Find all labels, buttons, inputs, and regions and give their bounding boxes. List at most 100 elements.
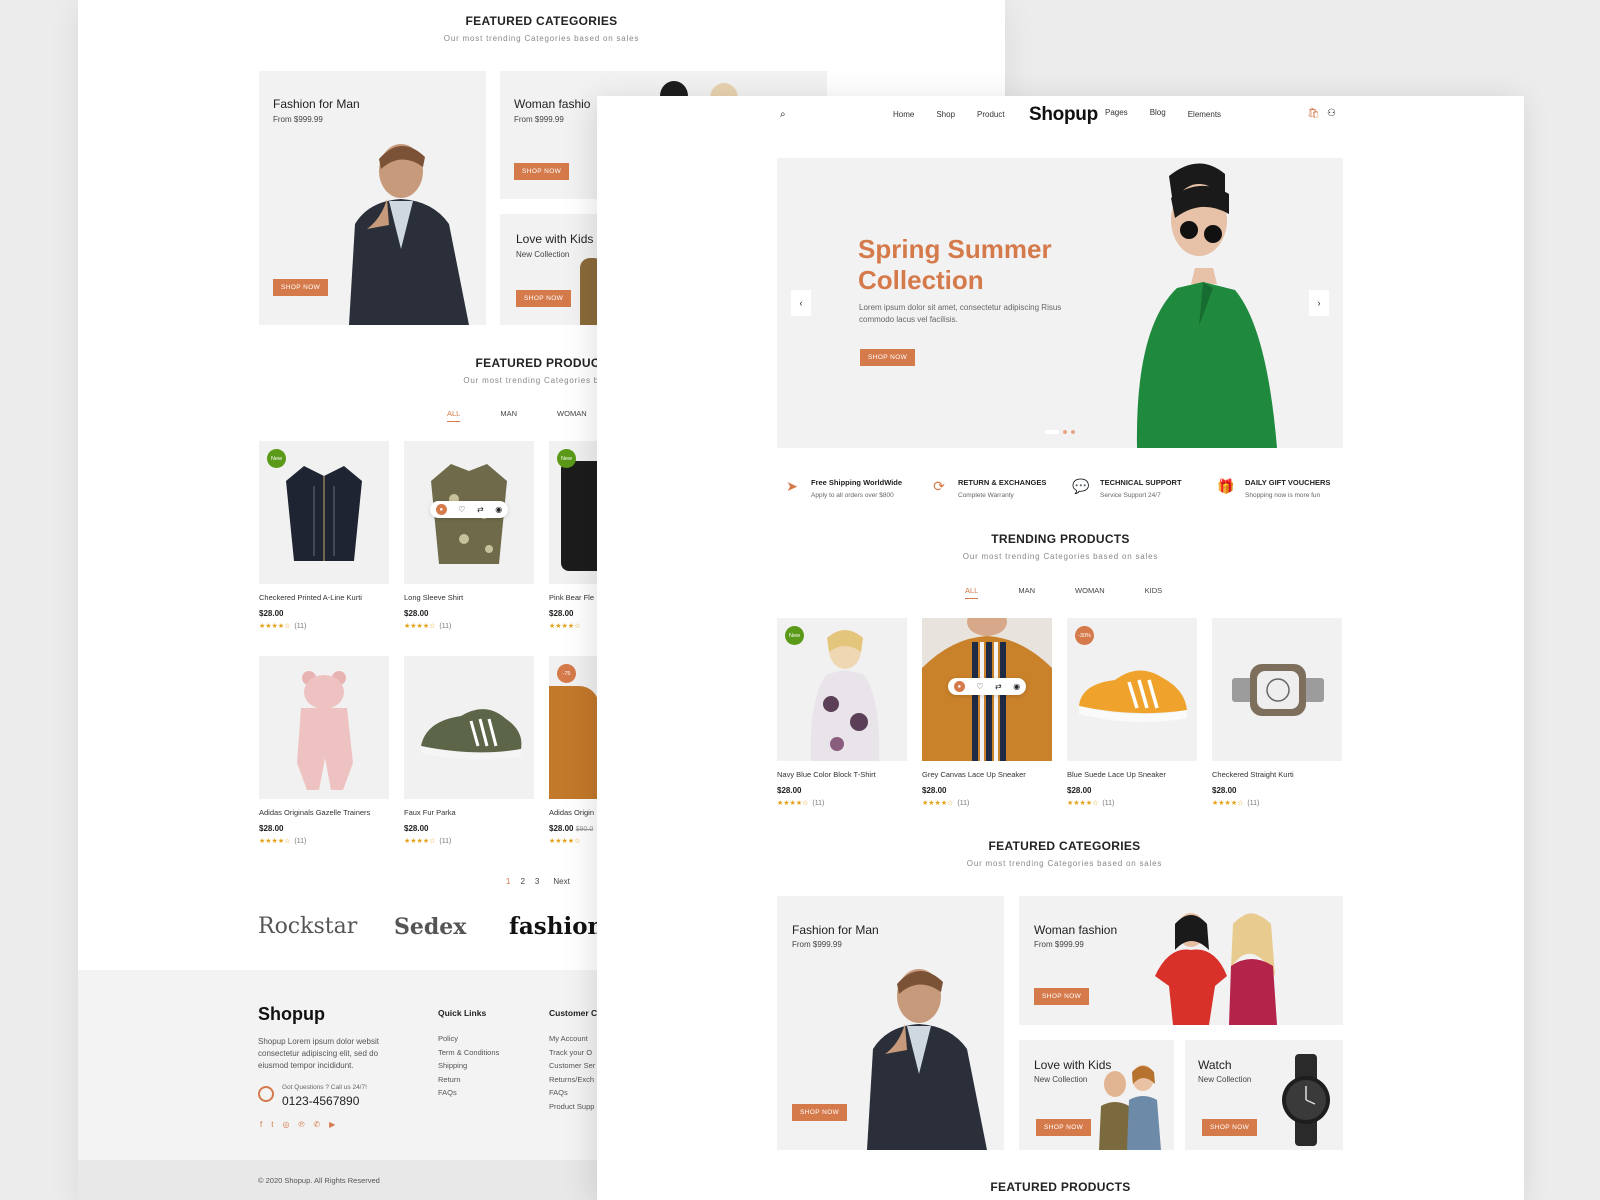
product-card[interactable]: New Navy Blue Color Block T-Shirt $28.00… [777, 618, 907, 807]
shop-now-button[interactable]: SHOP NOW [792, 1104, 848, 1121]
tab-all[interactable]: ALL [447, 409, 461, 422]
product-card[interactable]: ● ♡ ⇄ ◉ Grey Canvas Lace Up Sneaker $28.… [922, 618, 1052, 807]
feature-title: DAILY GIFT VOUCHERS [1245, 478, 1331, 487]
cart-icon[interactable]: ● [953, 681, 965, 692]
product-card[interactable]: ● ♡ ⇄ ◉ Long Sleeve Shirt $28.00 ★★★★☆ (1… [404, 441, 534, 630]
footer-link[interactable]: Policy [438, 1034, 499, 1048]
user-icon[interactable]: ⚇ [1327, 108, 1336, 119]
nav-home[interactable]: Home [893, 110, 914, 119]
category-card-man[interactable]: Fashion for Man From $999.99 SHOP NOW [777, 896, 1004, 1150]
mustard-jacket-image [549, 686, 599, 799]
rating-count: (11) [1247, 799, 1260, 807]
man-in-suit-image [867, 969, 987, 1150]
new-badge: New [785, 626, 804, 645]
tab-man[interactable]: MAN [500, 409, 517, 422]
slider-prev-arrow[interactable]: ‹ [791, 290, 811, 316]
product-card[interactable]: -30% Blue Suede Lace Up Sneaker $28.00 ★… [1067, 618, 1197, 807]
product-name[interactable]: Navy Blue Color Block T-Shirt [777, 770, 907, 779]
footer-link[interactable]: FAQs [549, 1088, 595, 1102]
page-3[interactable]: 3 [535, 877, 539, 886]
page-1[interactable]: 1 [506, 877, 510, 886]
product-image: ● ♡ ⇄ ◉ [922, 618, 1052, 761]
footer-link[interactable]: Shipping [438, 1061, 499, 1075]
slider-dot[interactable] [1045, 430, 1059, 434]
footer-link[interactable]: FAQs [438, 1088, 499, 1102]
category-card-woman[interactable]: Woman fashion From $999.99 SHOP NOW [1019, 896, 1343, 1025]
footer-link[interactable]: Customer Ser [549, 1061, 595, 1075]
product-price: $28.00 [777, 786, 802, 795]
feature-subtitle: Apply to all orders over $800 [811, 492, 894, 499]
heart-icon[interactable]: ♡ [458, 505, 465, 514]
category-card-kids[interactable]: Love with Kids New Collection SHOP NOW [1019, 1040, 1174, 1150]
search-icon[interactable]: ⌕ [780, 109, 786, 120]
eye-icon[interactable]: ◉ [495, 505, 502, 514]
paper-plane-icon: ➤ [786, 478, 798, 494]
shop-now-button[interactable]: SHOP NOW [516, 290, 572, 307]
slider-dots [1045, 430, 1075, 434]
product-rating: ★★★★☆ (11) [259, 837, 389, 846]
product-name[interactable]: Adidas Originals Gazelle Trainers [259, 808, 389, 817]
footer-link[interactable]: Term & Conditions [438, 1048, 499, 1062]
product-card[interactable]: New Checkered Printed A-Line Kurti $28.0… [259, 441, 389, 630]
pinterest-icon[interactable]: ℗ [298, 1120, 304, 1129]
footer-link[interactable]: Product Supp [549, 1102, 595, 1116]
product-card[interactable]: Faux Fur Parka $28.00 ★★★★☆ (11) [404, 656, 534, 845]
tab-man[interactable]: MAN [1018, 586, 1035, 599]
product-name[interactable]: Checkered Straight Kurti [1212, 770, 1342, 779]
back-featured-categories-header: FEATURED CATEGORIES Our most trending Ca… [78, 14, 1005, 43]
product-rating: ★★★★☆ (11) [1067, 799, 1197, 808]
heart-icon[interactable]: ♡ [976, 682, 983, 691]
product-image [1212, 618, 1342, 761]
shop-now-button[interactable]: SHOP NOW [273, 279, 329, 296]
product-name[interactable]: Faux Fur Parka [404, 808, 534, 817]
instagram-icon[interactable]: ◎ [282, 1120, 289, 1129]
product-card[interactable]: Adidas Originals Gazelle Trainers $28.00… [259, 656, 389, 845]
whatsapp-icon[interactable]: ✆ [313, 1120, 320, 1129]
cart-icon[interactable]: ● [435, 504, 447, 515]
nav-product[interactable]: Product [977, 110, 1005, 119]
page-2[interactable]: 2 [520, 877, 524, 886]
shop-now-button[interactable]: SHOP NOW [1202, 1119, 1258, 1136]
section-title: FEATURED PRODUCTS [990, 1180, 1131, 1194]
category-card-watch[interactable]: Watch New Collection SHOP NOW [1185, 1040, 1343, 1150]
price-current: $28.00 [549, 824, 574, 833]
shop-now-button[interactable]: SHOP NOW [1034, 988, 1090, 1005]
shop-now-button[interactable]: SHOP NOW [514, 163, 570, 180]
nav-shop[interactable]: Shop [936, 110, 955, 119]
tab-woman[interactable]: WOMAN [1075, 586, 1105, 599]
product-name[interactable]: Checkered Printed A-Line Kurti [259, 593, 389, 602]
call-label: Got Questions ? Call us 24/7! [282, 1084, 367, 1091]
black-watch-image [1282, 1054, 1330, 1146]
section-subtitle: Our most trending Categories based on sa… [443, 34, 640, 43]
cart-icon[interactable]: 🛍 [1307, 108, 1320, 119]
product-name[interactable]: Long Sleeve Shirt [404, 593, 534, 602]
nav-elements[interactable]: Elements [1188, 110, 1221, 119]
footer-link[interactable]: Returns/Exch [549, 1075, 595, 1089]
compare-icon[interactable]: ⇄ [995, 682, 1002, 691]
site-logo[interactable]: Shopup [1029, 104, 1098, 126]
hero-shop-now-button[interactable]: SHOP NOW [860, 349, 916, 366]
nav-blog[interactable]: Blog [1150, 108, 1166, 119]
page-next[interactable]: Next [553, 877, 569, 886]
product-card[interactable]: Checkered Straight Kurti $28.00 ★★★★☆ (11… [1212, 618, 1342, 807]
footer-link[interactable]: Return [438, 1075, 499, 1089]
compare-icon[interactable]: ⇄ [477, 505, 484, 514]
slider-dot[interactable] [1063, 430, 1067, 434]
tab-woman[interactable]: WOMAN [557, 409, 587, 422]
phone-number[interactable]: 0123-4567890 [282, 1094, 359, 1108]
footer-link[interactable]: Track your O [549, 1048, 595, 1062]
footer-link[interactable]: My Account [549, 1034, 595, 1048]
youtube-icon[interactable]: ▶ [329, 1120, 335, 1129]
twitter-icon[interactable]: t [271, 1120, 273, 1129]
product-filter-tabs: ALL MAN WOMAN [447, 409, 587, 422]
category-card-man[interactable]: Fashion for Man From $999.99 SHOP NOW [259, 71, 486, 325]
tab-kids[interactable]: KIDS [1145, 586, 1163, 599]
shop-now-button[interactable]: SHOP NOW [1036, 1119, 1092, 1136]
eye-icon[interactable]: ◉ [1013, 682, 1020, 691]
facebook-icon[interactable]: f [260, 1120, 262, 1129]
tab-all[interactable]: ALL [965, 586, 979, 599]
nav-pages[interactable]: Pages [1105, 108, 1128, 119]
product-name[interactable]: Grey Canvas Lace Up Sneaker [922, 770, 1052, 779]
slider-dot[interactable] [1071, 430, 1075, 434]
product-name[interactable]: Blue Suede Lace Up Sneaker [1067, 770, 1197, 779]
